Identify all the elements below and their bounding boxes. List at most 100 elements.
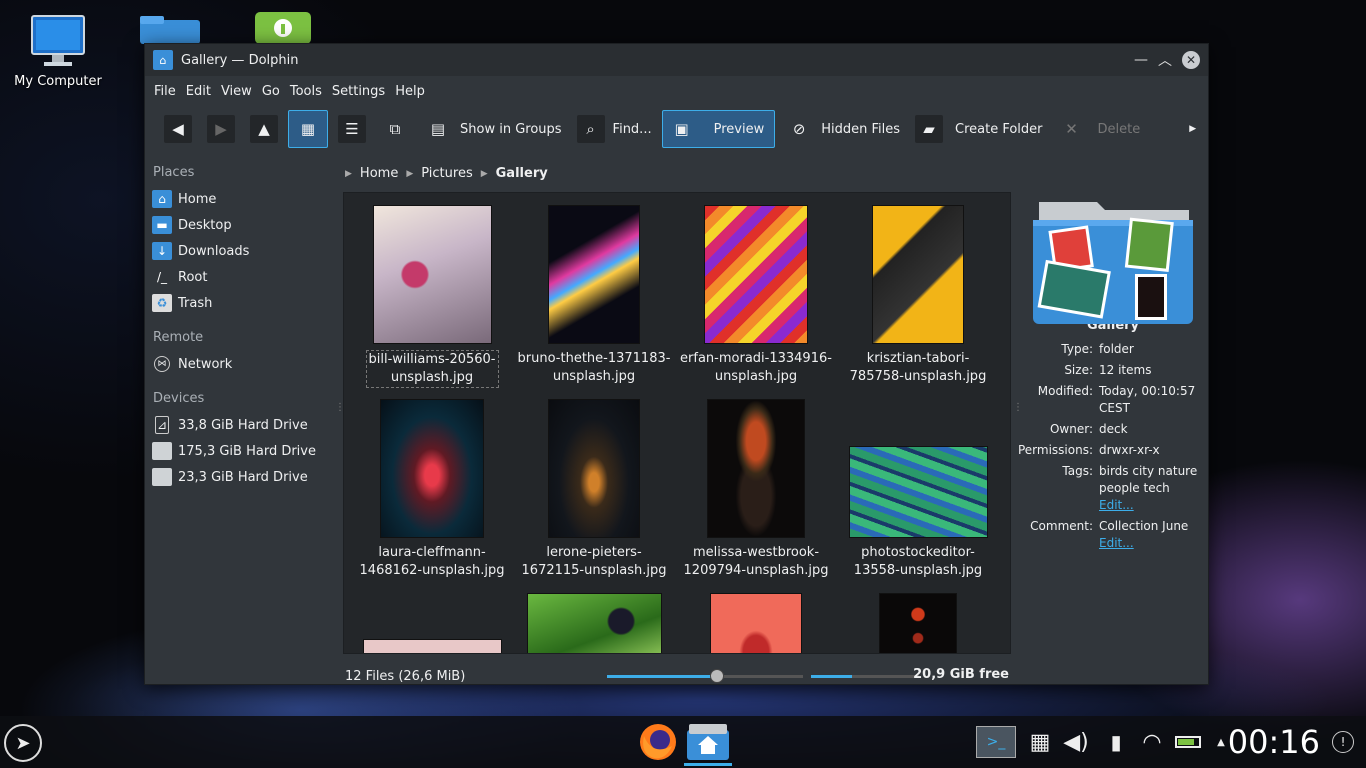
crumb-pictures[interactable]: Pictures — [421, 166, 472, 181]
menu-edit[interactable]: Edit — [181, 84, 216, 99]
preview-button[interactable]: ▣ Preview — [661, 110, 776, 148]
search-icon: ⌕ — [576, 115, 605, 143]
delete-icon: ✕ — [1065, 120, 1078, 138]
up-button[interactable]: ▲ — [245, 110, 283, 148]
tray-calculator[interactable]: ▦ — [1026, 726, 1054, 758]
place-desktop[interactable]: ▬ Desktop — [152, 212, 335, 238]
info-key: Type: — [1061, 342, 1093, 356]
grid-icon: ▦ — [294, 115, 322, 143]
paper-plane-icon: ➤ — [15, 732, 31, 754]
info-properties: Type: folder Size: 12 items Modified: Today… — [1017, 339, 1197, 554]
file-item[interactable]: melissa-westbrook- 1209794-unsplash.jpg — [676, 399, 836, 580]
taskbar: ➤ >_ ▦ ◀) ▮ ◠ ▲ 00:16 ! — [0, 716, 1366, 768]
file-item[interactable] — [676, 593, 836, 653]
taskbar-dolphin[interactable] — [684, 720, 732, 766]
arrow-left-icon: ◀ — [164, 115, 192, 143]
file-item[interactable]: lerone-pieters- 1672115-unsplash.jpg — [514, 399, 674, 580]
tray-konsole[interactable]: >_ — [976, 726, 1016, 758]
application-launcher-button[interactable]: ➤ — [4, 724, 42, 762]
zoom-slider-handle[interactable] — [709, 669, 724, 683]
places-header: Places — [153, 165, 195, 180]
edit-tags-link[interactable]: Edit... — [1099, 497, 1197, 514]
thumbnail-portrait — [707, 399, 805, 538]
close-button[interactable]: ✕ — [1182, 51, 1200, 69]
place-downloads[interactable]: ↓ Downloads — [152, 238, 335, 264]
device-drive-1[interactable]: ⊿ 33,8 GiB Hard Drive — [152, 412, 335, 438]
create-folder-button[interactable]: ▰ Create Folder — [910, 110, 1048, 148]
zoom-slider[interactable] — [607, 669, 803, 683]
device-drive-3[interactable]: 23,3 GiB Hard Drive — [152, 464, 335, 490]
file-item[interactable]: krisztian-tabori- 785758-unsplash.jpg — [838, 205, 998, 386]
forward-button[interactable]: ▶ — [202, 110, 240, 148]
menu-settings[interactable]: Settings — [327, 84, 390, 99]
hard-drive-icon — [152, 442, 172, 460]
file-item[interactable]: bruno-thethe-1371183- unsplash.jpg — [514, 205, 674, 386]
delete-button[interactable]: ✕ Delete — [1053, 110, 1146, 148]
menu-help[interactable]: Help — [390, 84, 430, 99]
info-key: Size: — [1064, 363, 1093, 377]
device-label: 23,3 GiB Hard Drive — [178, 469, 308, 485]
notification-icon: ! — [1340, 735, 1346, 749]
find-button[interactable]: ⌕ Find... — [572, 110, 657, 148]
notifications-button[interactable]: ! — [1332, 731, 1354, 753]
file-item[interactable] — [352, 593, 512, 653]
file-view[interactable]: bill-williams-20560- unsplash.jpg bruno-t… — [343, 192, 1011, 654]
minimize-button[interactable]: — — [1130, 49, 1152, 71]
toolbar-overflow-button[interactable]: ▶ — [1184, 110, 1201, 148]
info-key: Modified: — [1037, 384, 1093, 398]
tray-battery[interactable] — [1172, 726, 1204, 758]
clock[interactable]: 00:16 — [1228, 723, 1320, 761]
place-home[interactable]: ⌂ Home — [152, 186, 335, 212]
file-item[interactable]: photostockeditor- 13558-unsplash.jpg — [838, 399, 998, 580]
show-in-groups-label: Show in Groups — [460, 121, 562, 137]
taskbar-firefox[interactable] — [637, 722, 679, 762]
file-item[interactable]: laura-cleffmann- 1468162-unsplash.jpg — [352, 399, 512, 580]
preview-label: Preview — [713, 121, 765, 137]
tray-network[interactable]: ◠ — [1136, 726, 1168, 758]
thumbnail-partial — [362, 639, 502, 653]
device-drive-2[interactable]: 175,3 GiB Hard Drive — [152, 438, 335, 464]
menu-go[interactable]: Go — [257, 84, 285, 99]
place-label: Root — [178, 269, 208, 285]
info-key: Permissions: — [1017, 443, 1093, 457]
drive-icon: ⊿ — [155, 416, 169, 434]
place-root[interactable]: /_ Root — [152, 264, 335, 290]
edit-comment-link[interactable]: Edit... — [1099, 535, 1197, 552]
crumb-gallery[interactable]: Gallery — [496, 166, 548, 181]
disk-space-bar — [811, 675, 919, 678]
menu-view[interactable]: View — [216, 84, 257, 99]
battery-icon — [1175, 736, 1201, 748]
crumb-home[interactable]: Home — [360, 166, 398, 181]
list-icon: ☰ — [338, 115, 366, 143]
thumbnail-bird-leaves — [526, 593, 662, 653]
show-in-groups-button[interactable]: ▤ Show in Groups — [419, 110, 567, 148]
info-key: Owner: — [1049, 422, 1093, 436]
menu-file[interactable]: File — [149, 84, 181, 99]
icons-view-button[interactable]: ▦ — [288, 110, 328, 148]
maximize-button[interactable]: ︿ — [1154, 49, 1176, 71]
tray-device[interactable]: ▮ — [1102, 726, 1130, 758]
file-item[interactable] — [514, 593, 674, 653]
device-label: 33,8 GiB Hard Drive — [178, 417, 308, 433]
place-trash[interactable]: ♻ Trash — [152, 290, 335, 316]
thumbnail-tunnel — [380, 399, 484, 538]
tray-volume[interactable]: ◀) — [1062, 726, 1090, 758]
file-item[interactable]: bill-williams-20560- unsplash.jpg — [352, 205, 512, 388]
titlebar[interactable]: ⌂ Gallery — Dolphin — ︿ ✕ — [145, 44, 1208, 76]
window-title: Gallery — Dolphin — [181, 52, 299, 68]
devices-header: Devices — [153, 391, 205, 406]
compact-view-button[interactable]: ⧉ — [376, 110, 414, 148]
info-value: 12 items — [1099, 363, 1152, 377]
file-item[interactable] — [838, 593, 998, 653]
hidden-files-button[interactable]: ⊘ Hidden Files — [780, 110, 905, 148]
back-button[interactable]: ◀ — [159, 110, 197, 148]
menu-tools[interactable]: Tools — [285, 84, 327, 99]
thumbnail-rainbow — [704, 205, 808, 344]
file-item[interactable]: erfan-moradi-1334916- unsplash.jpg — [676, 205, 836, 386]
thumbnail-eclipse — [879, 593, 957, 653]
hidden-files-label: Hidden Files — [821, 121, 900, 137]
details-view-button[interactable]: ☰ — [333, 110, 371, 148]
desktop-icon-my-computer[interactable]: My Computer — [12, 12, 104, 89]
place-network[interactable]: ⋈ Network — [152, 351, 335, 377]
menubar: File Edit View Go Tools Settings Help — [145, 76, 1208, 106]
